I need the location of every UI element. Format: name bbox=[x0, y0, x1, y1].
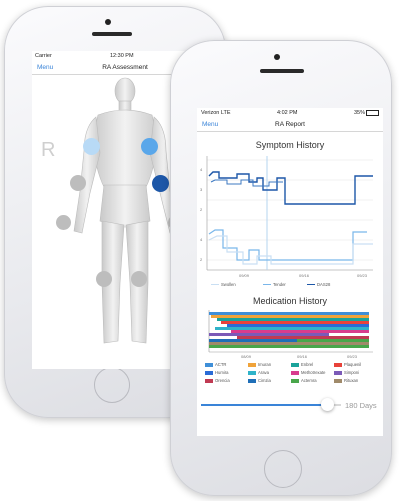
page-title: RA Report bbox=[275, 121, 305, 128]
right-screen: Verizon LTE 4:02 PM 35% Menu RA Report S… bbox=[197, 108, 383, 436]
legend-item: Arava bbox=[248, 370, 269, 375]
legend-item: Rituxan bbox=[334, 378, 358, 383]
joint-left-shoulder[interactable] bbox=[141, 138, 158, 155]
earpiece-speaker bbox=[92, 32, 132, 36]
x-tick: 09/16 bbox=[299, 273, 310, 278]
slider-fill bbox=[201, 404, 327, 406]
right-phone: Verizon LTE 4:02 PM 35% Menu RA Report S… bbox=[170, 40, 392, 496]
time-label: 4:02 PM bbox=[277, 110, 298, 116]
medication-history-chart bbox=[208, 310, 373, 353]
slider-value: 180 Days bbox=[345, 401, 377, 410]
x-tick: 09/23 bbox=[347, 354, 358, 359]
y-tick: 2 bbox=[200, 207, 203, 212]
das28-line bbox=[208, 171, 373, 205]
nav-bar: Menu RA Report bbox=[197, 118, 383, 132]
joint-left-knee[interactable] bbox=[131, 271, 147, 287]
front-camera bbox=[274, 54, 280, 60]
legend-item: Imuran bbox=[248, 362, 271, 367]
legend-tender: Tender bbox=[263, 282, 286, 287]
legend-das28: DAS28 bbox=[307, 282, 330, 287]
front-camera bbox=[105, 19, 111, 25]
home-button[interactable] bbox=[264, 450, 302, 488]
joint-right-wrist[interactable] bbox=[56, 215, 71, 230]
y-tick: 2 bbox=[200, 257, 203, 262]
carrier-label: Carrier bbox=[35, 53, 52, 59]
legend-item: Orencia bbox=[205, 378, 230, 383]
joint-right-shoulder[interactable] bbox=[83, 138, 100, 155]
legend-item: Humira bbox=[205, 370, 229, 375]
legend-item: Cimzia bbox=[248, 378, 271, 383]
battery-percent: 35% bbox=[353, 110, 365, 116]
tender-line bbox=[208, 229, 367, 261]
y-tick: 3 bbox=[200, 187, 203, 192]
x-tick: 08/09 bbox=[241, 354, 252, 359]
days-slider[interactable] bbox=[201, 398, 341, 412]
slider-thumb[interactable] bbox=[320, 398, 334, 411]
legend-item: Actemra bbox=[291, 378, 317, 383]
y-tick: 4 bbox=[200, 237, 203, 242]
legend-item: Plaquenil bbox=[334, 362, 361, 367]
legend-item: Enbrel bbox=[291, 362, 313, 367]
joint-left-elbow[interactable] bbox=[152, 175, 169, 192]
legend-item: Methotrexate bbox=[291, 370, 325, 375]
earpiece-speaker bbox=[260, 69, 304, 73]
x-tick: 09/09 bbox=[239, 273, 250, 278]
battery-icon bbox=[366, 110, 379, 116]
symptom-history-chart bbox=[206, 156, 373, 271]
home-button[interactable] bbox=[94, 367, 130, 403]
carrier-label: Verizon LTE bbox=[201, 110, 231, 116]
time-label: 12:30 PM bbox=[110, 53, 134, 59]
legend-item: Simponi bbox=[334, 370, 359, 375]
x-tick: 09/23 bbox=[357, 273, 368, 278]
status-bar: Verizon LTE 4:02 PM 35% bbox=[197, 108, 383, 118]
legend-item: ACTR bbox=[205, 362, 226, 367]
joint-right-knee[interactable] bbox=[96, 271, 112, 287]
symptom-history-title: Symptom History bbox=[255, 140, 325, 150]
y-tick: 4 bbox=[200, 167, 203, 172]
joint-right-elbow[interactable] bbox=[70, 175, 86, 191]
legend-swollen: Swollen bbox=[211, 282, 236, 287]
x-tick: 09/16 bbox=[297, 354, 308, 359]
symptom-legend: Swollen Tender DAS28 bbox=[197, 282, 383, 290]
medication-history-title: Medication History bbox=[252, 296, 328, 306]
medication-legend: ACTR Imuran Enbrel Plaquenil Humira Arav… bbox=[205, 362, 377, 388]
